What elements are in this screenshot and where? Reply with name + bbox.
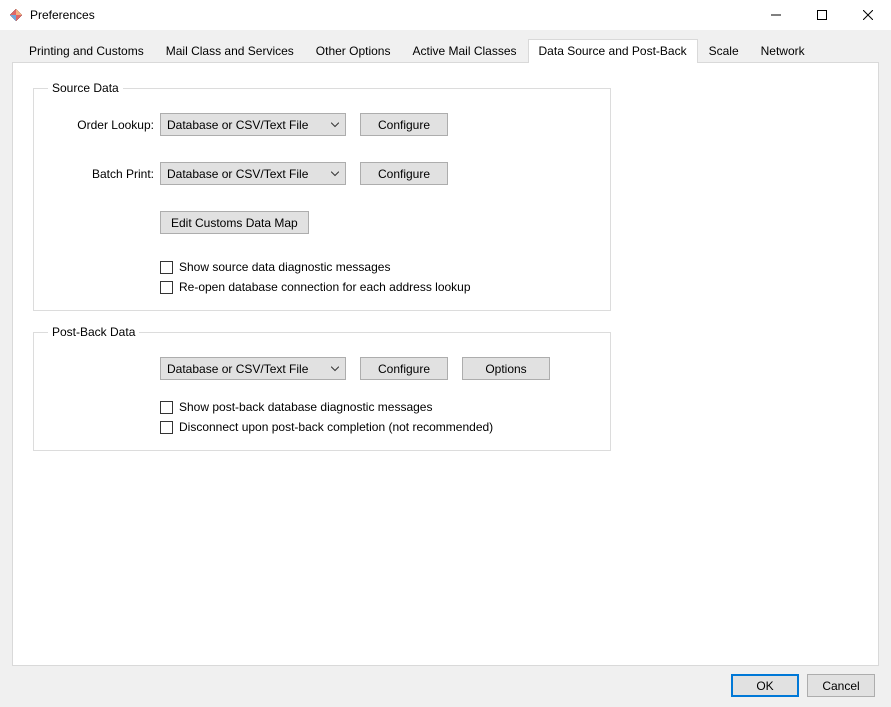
tab-label: Mail Class and Services (166, 44, 294, 58)
tab-network[interactable]: Network (750, 39, 816, 63)
window-title: Preferences (30, 8, 95, 22)
batch-print-label: Batch Print: (48, 167, 160, 181)
titlebar: Preferences (0, 0, 891, 30)
post-back-configure-button[interactable]: Configure (360, 357, 448, 380)
post-back-combo[interactable]: Database or CSV/Text File (160, 357, 346, 380)
source-data-group: Source Data Order Lookup: Database or CS… (33, 81, 611, 311)
post-back-options-button[interactable]: Options (462, 357, 550, 380)
tab-active-mail-classes[interactable]: Active Mail Classes (401, 39, 527, 63)
chevron-down-icon (331, 171, 339, 176)
post-back-value: Database or CSV/Text File (167, 362, 308, 376)
edit-customs-data-map-button[interactable]: Edit Customs Data Map (160, 211, 309, 234)
show-source-diagnostic-checkbox[interactable] (160, 261, 173, 274)
chevron-down-icon (331, 366, 339, 371)
minimize-button[interactable] (753, 0, 799, 30)
tab-printing-and-customs[interactable]: Printing and Customs (18, 39, 155, 63)
button-label: Configure (378, 167, 430, 181)
preferences-window: Preferences Printing and Customs Mail Cl… (0, 0, 891, 707)
cancel-button[interactable]: Cancel (807, 674, 875, 697)
show-postback-diagnostic-checkbox[interactable] (160, 401, 173, 414)
chevron-down-icon (331, 122, 339, 127)
maximize-button[interactable] (799, 0, 845, 30)
tab-label: Scale (709, 44, 739, 58)
window-controls (753, 0, 891, 30)
close-button[interactable] (845, 0, 891, 30)
tab-data-source-and-post-back[interactable]: Data Source and Post-Back (528, 39, 698, 63)
order-lookup-configure-button[interactable]: Configure (360, 113, 448, 136)
app-icon (8, 7, 24, 23)
button-label: OK (756, 679, 773, 693)
source-data-legend: Source Data (48, 81, 123, 95)
order-lookup-label: Order Lookup: (48, 118, 160, 132)
tab-label: Other Options (316, 44, 391, 58)
batch-print-value: Database or CSV/Text File (167, 167, 308, 181)
client-area: Printing and Customs Mail Class and Serv… (0, 30, 891, 707)
tab-label: Active Mail Classes (412, 44, 516, 58)
tab-other-options[interactable]: Other Options (305, 39, 402, 63)
disconnect-postback-checkbox[interactable] (160, 421, 173, 434)
show-postback-diagnostic-label: Show post-back database diagnostic messa… (179, 400, 432, 414)
button-label: Cancel (822, 679, 859, 693)
button-label: Configure (378, 362, 430, 376)
reopen-connection-label: Re-open database connection for each add… (179, 280, 471, 294)
tab-panel: Source Data Order Lookup: Database or CS… (12, 62, 879, 666)
button-label: Edit Customs Data Map (171, 216, 298, 230)
post-back-data-group: Post-Back Data Database or CSV/Text File… (33, 325, 611, 451)
dialog-footer: OK Cancel (12, 666, 879, 697)
order-lookup-combo[interactable]: Database or CSV/Text File (160, 113, 346, 136)
tab-label: Data Source and Post-Back (539, 44, 687, 58)
button-label: Configure (378, 118, 430, 132)
batch-print-combo[interactable]: Database or CSV/Text File (160, 162, 346, 185)
reopen-connection-checkbox[interactable] (160, 281, 173, 294)
tab-label: Printing and Customs (29, 44, 144, 58)
batch-print-configure-button[interactable]: Configure (360, 162, 448, 185)
tab-label: Network (761, 44, 805, 58)
button-label: Options (485, 362, 526, 376)
disconnect-postback-label: Disconnect upon post-back completion (no… (179, 420, 493, 434)
order-lookup-value: Database or CSV/Text File (167, 118, 308, 132)
tab-mail-class-and-services[interactable]: Mail Class and Services (155, 39, 305, 63)
tab-scale[interactable]: Scale (698, 39, 750, 63)
tabstrip: Printing and Customs Mail Class and Serv… (12, 38, 879, 62)
show-source-diagnostic-label: Show source data diagnostic messages (179, 260, 390, 274)
ok-button[interactable]: OK (731, 674, 799, 697)
post-back-legend: Post-Back Data (48, 325, 139, 339)
